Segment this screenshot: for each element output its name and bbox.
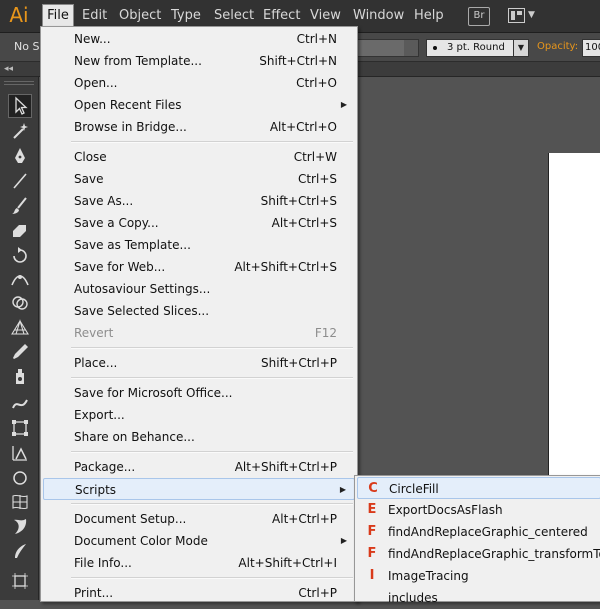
perspective-grid-tool-icon[interactable] — [9, 317, 31, 339]
bridge-button[interactable]: Br — [468, 7, 490, 26]
menu-separator — [71, 141, 353, 143]
menu-item-print[interactable]: Print... Ctrl+P — [43, 582, 355, 604]
menu-item-open-recent[interactable]: Open Recent Files ▶ — [43, 94, 355, 116]
menu-item-autosaviour-settings[interactable]: Autosaviour Settings... — [43, 278, 355, 300]
menu-effect[interactable]: Effect — [263, 5, 300, 27]
menu-separator — [71, 503, 353, 505]
opacity-input[interactable]: 100 — [582, 39, 600, 57]
free-transform-tool-icon[interactable] — [9, 417, 31, 439]
script-file-icon: F — [367, 524, 377, 539]
brush-definition-label: 3 pt. Round — [447, 42, 505, 53]
menu-item-scripts[interactable]: Scripts ▶ — [43, 478, 355, 500]
symbol-sprayer-tool-icon[interactable] — [9, 365, 31, 387]
menu-item-save-for-web[interactable]: Save for Web... Alt+Shift+Ctrl+S — [43, 256, 355, 278]
menu-item-open[interactable]: Open... Ctrl+O — [43, 72, 355, 94]
workspace-icon — [508, 8, 525, 23]
menu-item-place[interactable]: Place... Shift+Ctrl+P — [43, 352, 355, 374]
magic-wand-tool-icon[interactable] — [9, 120, 31, 142]
script-file-icon: C — [368, 481, 378, 496]
menu-item-save-for-microsoft-office[interactable]: Save for Microsoft Office... — [43, 382, 355, 404]
menu-item-close[interactable]: Close Ctrl+W — [43, 146, 355, 168]
menu-type[interactable]: Type — [171, 5, 201, 27]
menu-help[interactable]: Help — [414, 5, 444, 27]
menu-separator — [71, 347, 353, 349]
submenu-arrow-icon: ▶ — [340, 536, 347, 545]
warp-tool-icon[interactable] — [9, 392, 31, 414]
script-file-icon: F — [367, 546, 377, 561]
menu-item-save-as[interactable]: Save As... Shift+Ctrl+S — [43, 190, 355, 212]
submenu-arrow-icon: ▶ — [339, 485, 346, 494]
brush-dot-icon — [433, 46, 437, 50]
script-item-includes[interactable]: includes — [357, 587, 600, 609]
menu-item-share-on-behance[interactable]: Share on Behance... — [43, 426, 355, 448]
pen-tool-icon[interactable] — [9, 145, 31, 167]
collapse-panels-icon[interactable]: ◂◂ — [4, 62, 13, 76]
stroke-weight-field[interactable] — [357, 39, 419, 57]
script-item-circlefill[interactable]: C CircleFill — [357, 477, 600, 499]
mesh-tool-icon[interactable] — [9, 491, 31, 513]
menu-view[interactable]: View — [310, 5, 341, 27]
script-file-icon: E — [367, 502, 377, 517]
app-logo: Ai — [9, 3, 29, 27]
paintbrush-tool-icon[interactable] — [9, 195, 31, 217]
script-file-icon: I — [369, 568, 375, 583]
tools-panel — [0, 77, 39, 600]
brush-dropdown-arrow[interactable]: ▼ — [513, 39, 529, 57]
script-item-findandreplacegraphic-centered[interactable]: FfindAndReplaceGraphic_centered — [357, 521, 600, 543]
chevron-down-icon: ▼ — [528, 10, 535, 20]
menu-item-save-selected-slices[interactable]: Save Selected Slices... — [43, 300, 355, 322]
width-tool-icon[interactable] — [9, 268, 31, 290]
menu-item-save[interactable]: Save Ctrl+S — [43, 168, 355, 190]
menu-item-export[interactable]: Export... — [43, 404, 355, 426]
column-graph-tool-icon[interactable] — [9, 442, 31, 464]
file-menu: New... Ctrl+N New from Template... Shift+C… — [40, 26, 358, 602]
shape-builder-tool-icon[interactable] — [9, 292, 31, 314]
menu-item-document-setup[interactable]: Document Setup... Alt+Ctrl+P — [43, 508, 355, 530]
menu-item-revert: Revert F12 — [74, 326, 337, 340]
menu-separator — [71, 451, 353, 453]
opacity-label[interactable]: Opacity: — [537, 33, 578, 61]
blend-tool-icon[interactable] — [9, 540, 31, 562]
menu-item-file-info[interactable]: File Info... Alt+Shift+Ctrl+I — [43, 552, 355, 574]
workspace-switcher-button[interactable]: ▼ — [508, 7, 538, 25]
script-item-exportdocsasflash[interactable]: E ExportDocsAsFlash — [357, 499, 600, 521]
menu-item-new[interactable]: New... Ctrl+N — [43, 28, 355, 50]
panel-grip[interactable] — [4, 81, 34, 89]
script-item-imagetracing[interactable]: I ImageTracing — [357, 565, 600, 587]
menu-item-save-a-copy[interactable]: Save a Copy... Alt+Ctrl+S — [43, 212, 355, 234]
script-item-findandreplacegraphic-transformtofit[interactable]: FfindAndReplaceGraphic_transformToFit — [357, 543, 600, 565]
gradient-tool-icon[interactable] — [9, 516, 31, 538]
line-tool-icon[interactable] — [9, 170, 31, 192]
menu-item-document-color-mode[interactable]: Document Color Mode ▶ — [43, 530, 355, 552]
ellipse-tool-icon[interactable] — [9, 467, 31, 489]
eyedropper-tool-icon[interactable] — [9, 341, 31, 363]
selection-tool-icon[interactable] — [8, 94, 32, 118]
menu-separator — [71, 377, 353, 379]
menu-separator — [71, 577, 353, 579]
menu-object[interactable]: Object — [119, 5, 161, 27]
blob-brush-tool-icon[interactable] — [9, 219, 31, 241]
menu-item-browse-in-bridge[interactable]: Browse in Bridge... Alt+Ctrl+O — [43, 116, 355, 138]
artboard-tool-icon[interactable] — [9, 570, 31, 592]
menu-edit[interactable]: Edit — [82, 5, 107, 27]
submenu-arrow-icon: ▶ — [340, 100, 347, 109]
menu-item-new-from-template[interactable]: New from Template... Shift+Ctrl+N — [43, 50, 355, 72]
menu-item-save-as-template[interactable]: Save as Template... — [43, 234, 355, 256]
menu-window[interactable]: Window — [353, 5, 404, 27]
scripts-submenu: C CircleFill E ExportDocsAsFlash FfindAndR… — [354, 475, 600, 605]
brush-definition-dropdown[interactable]: 3 pt. Round — [426, 39, 514, 57]
menu-item-package[interactable]: Package... Alt+Shift+Ctrl+P — [43, 456, 355, 478]
rotate-tool-icon[interactable] — [9, 244, 31, 266]
menu-select[interactable]: Select — [214, 5, 254, 27]
